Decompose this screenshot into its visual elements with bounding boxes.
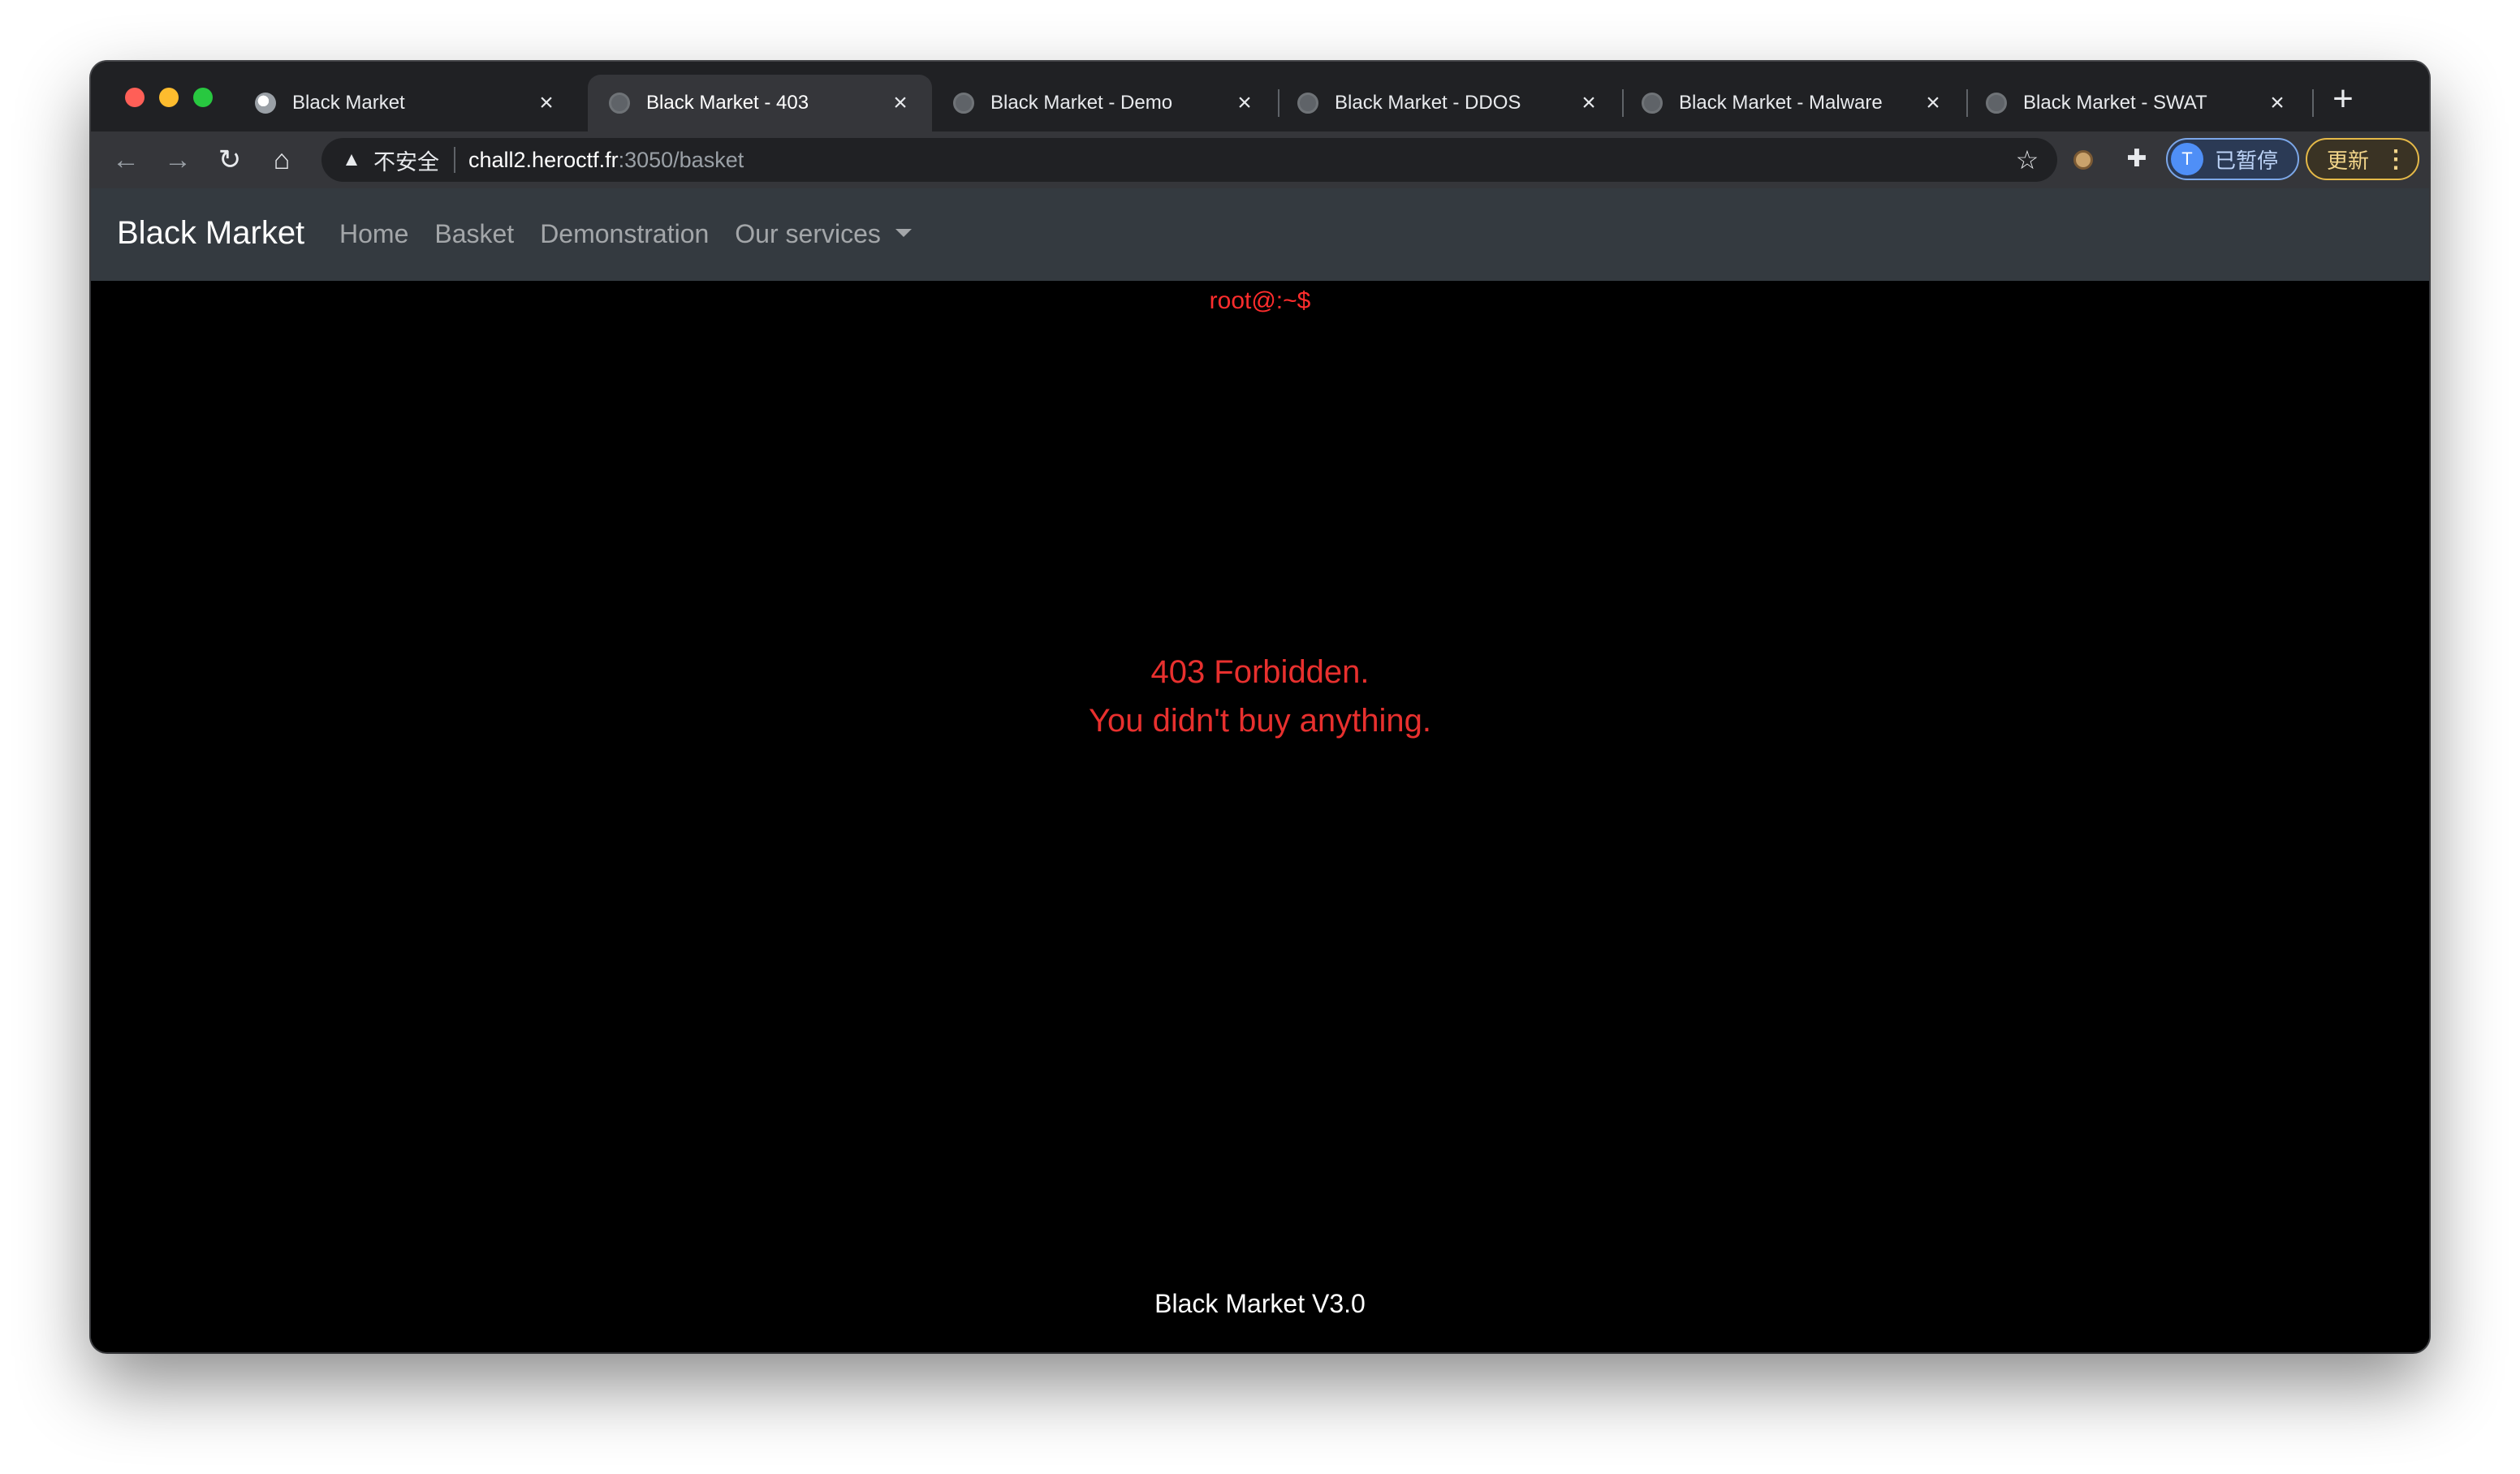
error-title: 403 Forbidden. [1150,654,1370,690]
site-nav-links: Home Basket Demonstration Our services [339,219,912,249]
web-page: Black Market Home Basket Demonstration O… [91,188,2429,1352]
forward-arrow-icon[interactable]: → [158,140,198,180]
nav-basket-link[interactable]: Basket [434,219,514,249]
update-label: 更新 [2327,148,2370,173]
minimize-window-button[interactable] [159,88,179,107]
avatar: T [2171,143,2203,175]
puzzle-extensions-icon[interactable]: ✚ [2121,143,2153,175]
tab-black-market-swat[interactable]: Black Market - SWAT × [1965,75,2309,131]
url-host[interactable]: chall2.heroctf.fr [468,148,619,173]
tab-black-market-malware[interactable]: Black Market - Malware × [1620,75,1965,131]
site-brand-link[interactable]: Black Market [117,215,304,252]
tab-separator [2312,89,2314,117]
globe-icon [1642,93,1663,114]
tab-black-market[interactable]: Black Market × [234,75,578,131]
profile-status-label: 已暂停 [2215,148,2279,173]
reload-icon[interactable]: ↻ [209,140,250,180]
tab-title: Black Market - DDOS [1335,92,1521,114]
error-detail: You didn't buy anything. [1088,703,1432,739]
update-button[interactable]: 更新 ⋮ [2306,138,2419,180]
terminal-prompt: root@:~$ [1209,287,1311,314]
globe-icon [255,93,276,114]
site-navbar: Black Market Home Basket Demonstration O… [91,188,2429,281]
tab-black-market-demo[interactable]: Black Market - Demo × [932,75,1276,131]
tab-title: Black Market [292,92,405,114]
close-tab-icon[interactable]: × [1577,91,1601,115]
cookie-extension-icon[interactable] [2067,143,2099,175]
omnibox-separator [454,147,455,173]
nav-our-services-label: Our services [735,219,881,248]
home-icon[interactable]: ⌂ [261,140,302,180]
browser-toolbar: ← → ↻ ⌂ ▲ 不安全 chall2.heroctf.fr:3050/bas… [91,131,2429,188]
close-window-button[interactable] [125,88,145,107]
new-tab-button[interactable]: + [2324,80,2362,119]
close-tab-icon[interactable]: × [888,91,913,115]
warning-icon[interactable]: ▲ [339,148,364,172]
profile-button[interactable]: T 已暂停 [2166,138,2299,180]
close-tab-icon[interactable]: × [2265,91,2289,115]
nav-demonstration-link[interactable]: Demonstration [540,219,709,249]
close-tab-icon[interactable]: × [1921,91,1945,115]
tab-title: Black Market - Malware [1679,92,1883,114]
nav-home-link[interactable]: Home [339,219,408,249]
chevron-down-icon [895,228,912,237]
star-icon[interactable]: ☆ [2012,144,2043,175]
tab-title: Black Market - SWAT [2023,92,2207,114]
site-footer: Black Market V3.0 [1154,1289,1366,1318]
tab-title: Black Market - Demo [990,92,1173,114]
address-bar[interactable]: ▲ 不安全 chall2.heroctf.fr:3050/basket ☆ [321,138,2057,182]
globe-icon [953,93,974,114]
url-path[interactable]: :3050/basket [619,148,744,173]
browser-window: Black Market × Black Market - 403 × Blac… [91,62,2429,1352]
window-controls [125,88,213,107]
close-tab-icon[interactable]: × [1232,91,1257,115]
nav-our-services-dropdown[interactable]: Our services [735,219,912,249]
globe-icon [1297,93,1318,114]
security-label[interactable]: 不安全 [373,144,439,176]
globe-icon [609,93,630,114]
tab-title: Black Market - 403 [646,92,809,114]
error-message: 403 Forbidden. You didn't buy anything. [91,648,2429,745]
tab-black-market-403[interactable]: Black Market - 403 × [588,75,932,131]
close-tab-icon[interactable]: × [534,91,559,115]
maximize-window-button[interactable] [193,88,213,107]
tab-black-market-ddos[interactable]: Black Market - DDOS × [1276,75,1620,131]
back-arrow-icon[interactable]: ← [106,140,146,180]
kebab-menu-icon[interactable]: ⋮ [2384,145,2408,174]
tab-strip: Black Market × Black Market - 403 × Blac… [91,62,2429,131]
globe-icon [1986,93,2007,114]
